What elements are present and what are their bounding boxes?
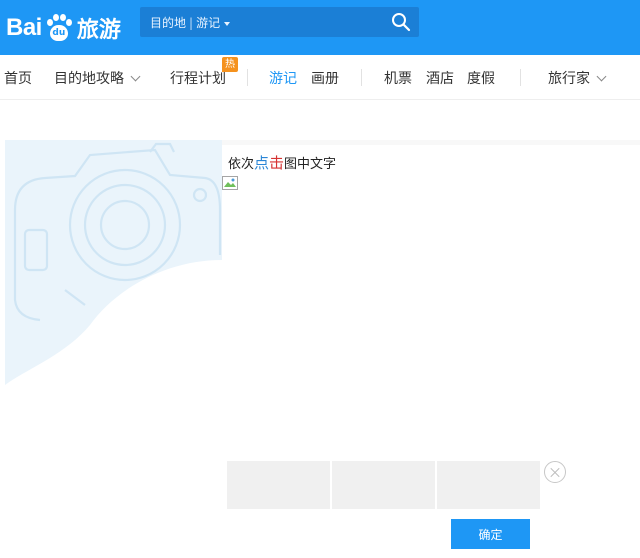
confirm-button[interactable]: 确定	[451, 519, 530, 549]
hot-badge: 热	[222, 57, 238, 72]
instruction-suffix: 图中文字	[284, 157, 337, 172]
nav-divider	[520, 69, 521, 86]
logo-text-du: du	[52, 28, 66, 38]
nav-item-itinerary[interactable]: 行程计划	[170, 68, 226, 88]
top-header: Bai du 旅游 目的地 | 游记	[0, 0, 640, 55]
target-char-2: 击	[269, 154, 285, 172]
captcha-top-border	[222, 140, 640, 145]
target-char-1: 点	[254, 154, 270, 172]
main-nav: 首页 目的地攻略 行程计划 游记 画册 机票 酒店 度假 旅行家	[0, 55, 640, 100]
nav-item-hotels[interactable]: 酒店	[426, 68, 454, 88]
logo-text-travel: 旅游	[76, 18, 121, 43]
search-box[interactable]: 目的地 | 游记	[140, 7, 419, 37]
answer-slot[interactable]	[437, 461, 540, 509]
baidu-travel-logo[interactable]: Bai du 旅游	[6, 8, 121, 48]
camera-illustration	[5, 140, 222, 385]
captcha-answer-slots	[227, 461, 540, 509]
paw-icon: du	[44, 13, 74, 43]
caret-down-icon	[224, 21, 231, 26]
nav-item-flights[interactable]: 机票	[384, 68, 412, 88]
nav-item-label: 度假	[467, 71, 495, 87]
nav-item-vacation[interactable]: 度假	[467, 68, 495, 88]
nav-item-album[interactable]: 画册	[311, 68, 339, 88]
search-icon[interactable]	[391, 12, 411, 32]
captcha-instruction: 依次点击图中文字	[228, 152, 336, 173]
nav-item-label: 游记	[269, 71, 297, 87]
search-scope-label: 游记	[196, 16, 221, 30]
chevron-down-icon	[130, 71, 141, 82]
nav-item-label: 酒店	[426, 71, 454, 87]
search-destination-label: 目的地	[150, 16, 187, 30]
nav-divider	[247, 69, 248, 86]
instruction-prefix: 依次	[228, 157, 255, 172]
nav-divider	[361, 69, 362, 86]
answer-slot[interactable]	[227, 461, 330, 509]
search-separator: |	[189, 16, 194, 30]
nav-item-label: 旅行家	[548, 71, 590, 87]
logo-text-bai: Bai	[6, 14, 42, 41]
close-icon[interactable]	[544, 461, 566, 483]
answer-slot[interactable]	[332, 461, 435, 509]
chevron-down-icon	[596, 71, 607, 82]
search-scope-selector[interactable]: 目的地 | 游记	[150, 14, 231, 31]
broken-image-icon[interactable]	[222, 176, 238, 190]
nav-item-label: 画册	[311, 71, 339, 87]
nav-item-label: 机票	[384, 71, 412, 87]
nav-item-label: 行程计划	[170, 71, 226, 87]
nav-item-traveler[interactable]: 旅行家	[548, 68, 607, 88]
nav-item-destination-guide[interactable]: 目的地攻略	[54, 68, 141, 88]
nav-item-label: 目的地攻略	[54, 71, 124, 87]
nav-item-label: 首页	[4, 71, 32, 87]
nav-item-home[interactable]: 首页	[4, 68, 32, 88]
nav-item-travelogue[interactable]: 游记	[269, 68, 297, 88]
